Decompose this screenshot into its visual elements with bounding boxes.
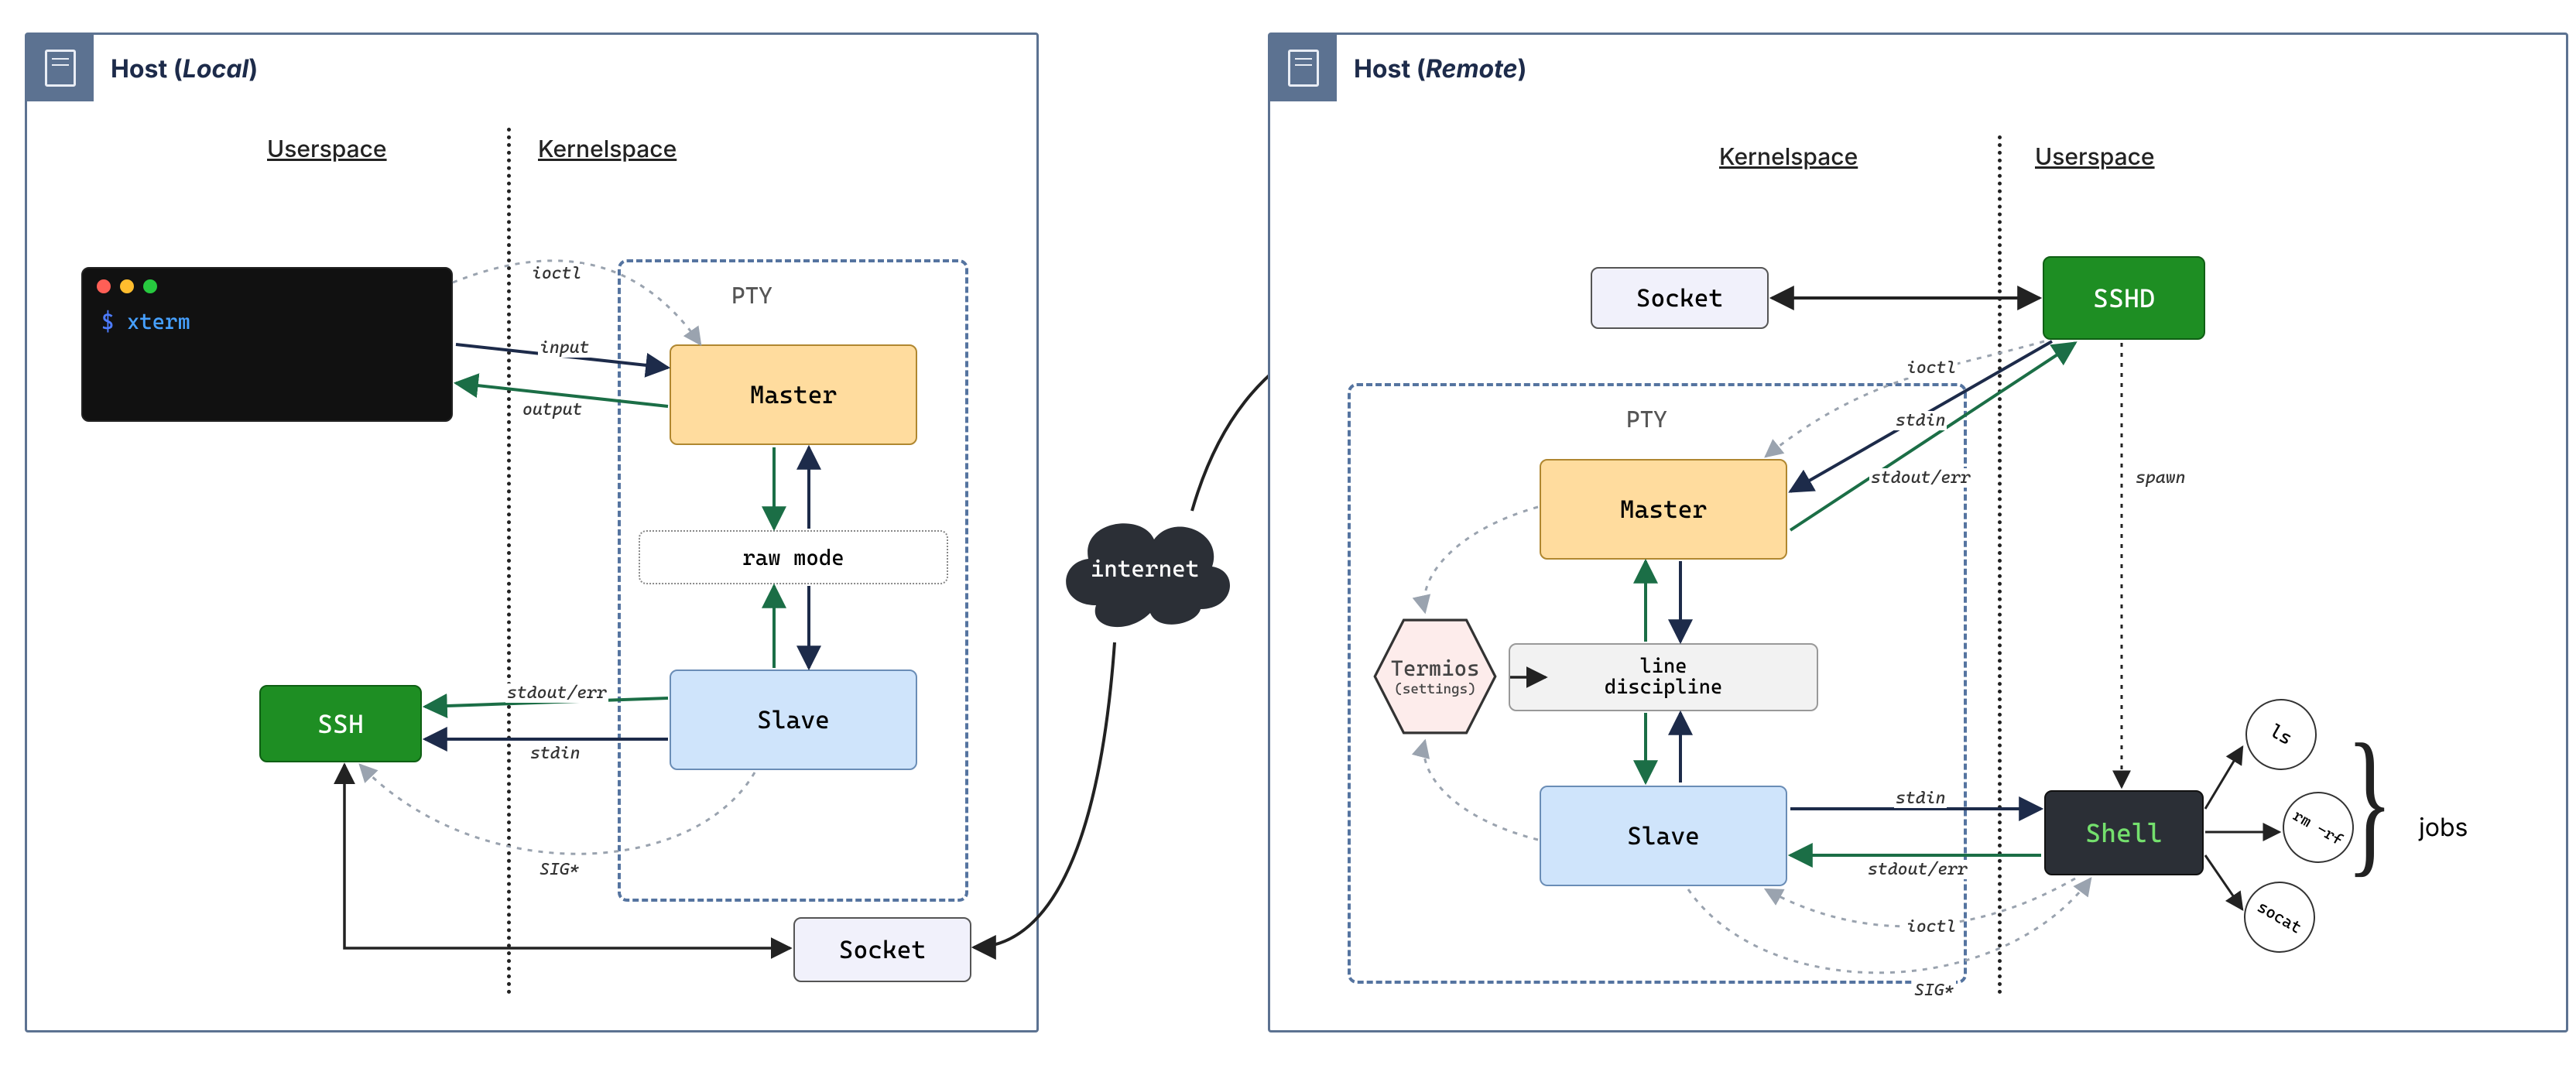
remote-divider — [1998, 135, 2002, 995]
jobs-brace: } — [2346, 708, 2393, 895]
lbl-spawn: spawn — [2134, 468, 2187, 488]
host-remote-title: Host (Remote) — [1354, 53, 1527, 84]
internet-label: internet — [1091, 556, 1200, 583]
lbl-stdoe-l: stdout/err — [505, 683, 608, 703]
remote-master: Master — [1540, 459, 1787, 560]
local-userspace-label: Userspace — [267, 135, 387, 163]
local-divider — [507, 128, 511, 995]
internet-cloud: internet — [1056, 503, 1234, 635]
lbl-ioctl-r: ioctl — [1905, 358, 1958, 378]
ld-line1: line — [1605, 656, 1722, 677]
lbl-ioctl-l: ioctl — [530, 264, 583, 283]
remote-socket: Socket — [1591, 267, 1769, 329]
remote-line-discipline: line discipline — [1509, 643, 1818, 711]
lbl-ioctl-r2: ioctl — [1905, 917, 1958, 937]
remote-sshd: SSHD — [2043, 256, 2205, 340]
remote-slave: Slave — [1540, 786, 1787, 886]
local-kernelspace-label: Kernelspace — [538, 135, 677, 163]
lbl-stdin-r2: stdin — [1894, 789, 1947, 808]
lbl-output: output — [521, 400, 584, 419]
local-ssh: SSH — [259, 685, 422, 762]
xterm-body: $ xterm — [83, 304, 209, 339]
job-socat: socat — [2231, 868, 2328, 966]
lbl-sig-r: SIG* — [1913, 981, 1956, 1000]
lbl-input: input — [538, 338, 591, 358]
local-master: Master — [670, 344, 917, 445]
diagram-canvas: Host (Local) Userspace Kernelspace $ xte… — [8, 8, 2576, 1057]
remote-userspace-label: Userspace — [2035, 143, 2155, 171]
zoom-dot — [143, 279, 157, 293]
local-slave: Slave — [670, 669, 917, 770]
local-socket: Socket — [793, 917, 971, 982]
jobs-label: jobs — [2419, 812, 2468, 842]
remote-pty-label: PTY — [1626, 406, 1667, 433]
host-remote-header: Host (Remote) — [1270, 35, 1527, 101]
termios-label: Termios — [1391, 656, 1480, 681]
termios-sub: (settings) — [1394, 681, 1475, 697]
lbl-stdoe-r2: stdout/err — [1866, 860, 1969, 879]
close-dot — [97, 279, 111, 293]
remote-shell: Shell — [2044, 790, 2204, 875]
lbl-sig-l: SIG* — [538, 860, 581, 879]
remote-termios: Termios (settings) — [1362, 614, 1509, 739]
minimize-dot — [120, 279, 134, 293]
host-local-title: Host (Local) — [111, 53, 258, 84]
ld-line2: discipline — [1605, 677, 1722, 698]
host-local: Host (Local) Userspace Kernelspace $ xte… — [25, 33, 1039, 1032]
host-remote: Host (Remote) Kernelspace Userspace Sock… — [1268, 33, 2568, 1032]
job-ls: ls — [2232, 686, 2330, 783]
lbl-stdin-l: stdin — [529, 744, 581, 763]
host-icon — [1270, 35, 1337, 101]
host-icon — [27, 35, 94, 101]
host-local-header: Host (Local) — [27, 35, 258, 101]
local-pty-label: PTY — [731, 283, 772, 310]
xterm-titlebar — [83, 269, 171, 304]
xterm-window: $ xterm — [81, 267, 453, 422]
lbl-stdoe-r1: stdout/err — [1869, 468, 1972, 488]
remote-kernelspace-label: Kernelspace — [1719, 143, 1858, 171]
local-raw-mode: raw mode — [639, 530, 948, 584]
lbl-stdin-r1: stdin — [1894, 411, 1947, 430]
